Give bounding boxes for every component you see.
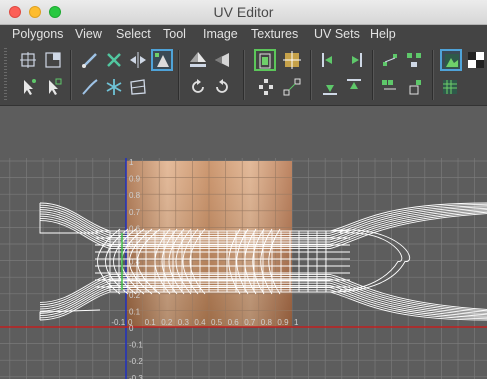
select-shell-icon[interactable] xyxy=(18,77,38,97)
v-tick-label: 0.6 xyxy=(129,224,141,233)
menu-uv-sets[interactable]: UV Sets xyxy=(314,27,360,41)
u-tick-label: 0.3 xyxy=(178,318,190,327)
u-tick-label: 0.8 xyxy=(261,318,273,327)
menu-image[interactable]: Image xyxy=(203,27,238,41)
menu-tool[interactable]: Tool xyxy=(163,27,186,41)
grid-snap-icon[interactable] xyxy=(282,50,302,70)
v-tick-label: -0.3 xyxy=(129,374,143,379)
distribute-uv-icon[interactable] xyxy=(282,77,302,97)
toolbar-separator xyxy=(243,50,244,100)
normalize-icon[interactable] xyxy=(188,50,208,70)
cut-uv-edges-icon[interactable] xyxy=(18,50,38,70)
toolbar-separator xyxy=(70,50,71,100)
toolbar-separator xyxy=(310,50,311,100)
align-down-icon[interactable] xyxy=(320,77,340,97)
menu-bar: Polygons View Select Tool Image Textures… xyxy=(0,25,487,44)
menu-select[interactable]: Select xyxy=(116,27,151,41)
align-up-icon[interactable] xyxy=(344,77,364,97)
v-tick-label: -0.1 xyxy=(129,341,143,350)
title-bar: UV Editor xyxy=(0,0,487,25)
menu-textures[interactable]: Textures xyxy=(251,27,298,41)
sew-uv-edges-icon[interactable] xyxy=(43,50,63,70)
v-tick-label: -0.2 xyxy=(129,357,143,366)
u-tick-label: 0.6 xyxy=(228,318,240,327)
v-tick-label: 0.8 xyxy=(129,191,141,200)
menu-polygons[interactable]: Polygons xyxy=(12,27,63,41)
unfold-icon[interactable] xyxy=(212,50,232,70)
brush-icon[interactable] xyxy=(80,50,100,70)
u-tick-label: 0.1 xyxy=(145,318,157,327)
stack-icon[interactable] xyxy=(404,50,424,70)
v-tick-label: 0.1 xyxy=(129,307,141,316)
shaded-uv-icon[interactable] xyxy=(440,77,460,97)
move-sew-icon[interactable] xyxy=(104,50,124,70)
window-title: UV Editor xyxy=(213,4,274,20)
checker-icon[interactable] xyxy=(466,50,486,70)
u-tick-label: 0.5 xyxy=(211,318,223,327)
u-tick-label: 0.2 xyxy=(161,318,173,327)
rotate-ccw-icon[interactable] xyxy=(188,77,208,97)
uv-editor-window: UV Editor Polygons View Select Tool Imag… xyxy=(0,0,487,379)
viewport-header-area xyxy=(0,106,487,158)
distribute-icon[interactable] xyxy=(380,50,400,70)
snap-together-icon[interactable] xyxy=(380,77,400,97)
select-border-icon[interactable] xyxy=(43,77,63,97)
toolbar-separator xyxy=(372,50,373,100)
toolbar-separator xyxy=(178,50,179,100)
menu-view[interactable]: View xyxy=(75,27,102,41)
u-tick-label: 0.7 xyxy=(244,318,256,327)
layout-icon[interactable] xyxy=(151,49,173,71)
toolbar-separator xyxy=(432,50,433,100)
v-tick-label: 0.9 xyxy=(129,175,141,184)
menu-help[interactable]: Help xyxy=(370,27,396,41)
uv-canvas[interactable]: 10.90.80.70.60.50.40.30.20.10-0.1-0.2-0.… xyxy=(0,158,487,379)
snowflake-icon[interactable] xyxy=(104,77,124,97)
u-tick-label: 1 xyxy=(294,318,299,327)
isolate-icon[interactable] xyxy=(254,49,276,71)
u-tick-label: 0 xyxy=(128,318,133,327)
u-tick-label: -0.1 xyxy=(111,318,125,327)
pin-uv-icon[interactable] xyxy=(256,77,276,97)
v-tick-label: 0.7 xyxy=(129,208,141,217)
u-tick-label: 0.9 xyxy=(277,318,289,327)
align-left-icon[interactable] xyxy=(320,50,340,70)
texture-display-icon[interactable] xyxy=(440,49,462,71)
rotate-cw-icon[interactable] xyxy=(212,77,232,97)
align-right-icon[interactable] xyxy=(344,50,364,70)
toolbar-grip[interactable] xyxy=(4,48,7,100)
u-tick-label: 0.4 xyxy=(194,318,206,327)
v-tick-label: 1 xyxy=(129,158,134,167)
shell-icon[interactable] xyxy=(404,77,424,97)
smear-icon[interactable] xyxy=(80,77,100,97)
relax-icon[interactable] xyxy=(128,77,148,97)
uv-viewport[interactable]: 1 0.9 0.8 0.7 0.6 0.5 0.4 0.3 0.2 0.1 0 -0.1 -0.2 -0.… xyxy=(0,158,487,379)
toolbar xyxy=(0,44,487,106)
flip-icon[interactable] xyxy=(128,50,148,70)
